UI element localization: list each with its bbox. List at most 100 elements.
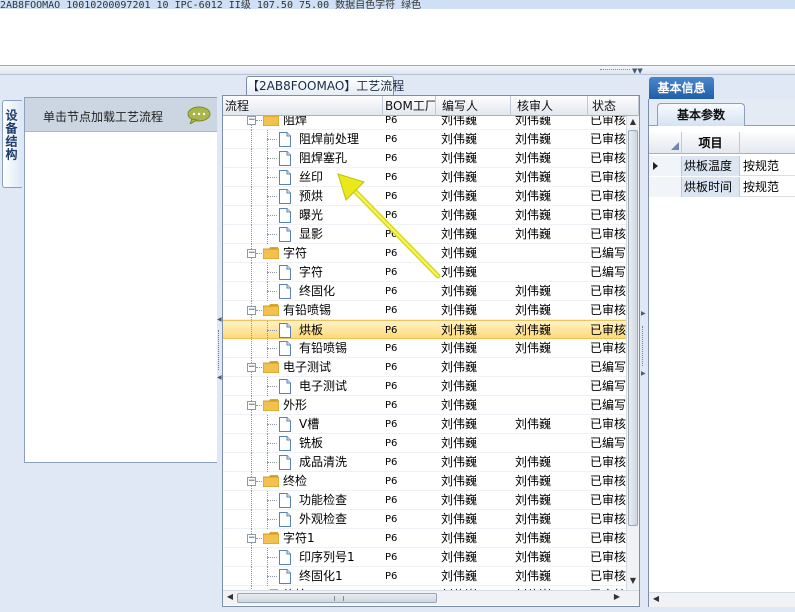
param-grid-corner[interactable] (649, 132, 682, 154)
vertical-scroll-thumb[interactable] (628, 130, 638, 526)
column-header-status[interactable]: 状态 (588, 96, 639, 116)
scroll-up-icon[interactable]: ▲ (627, 117, 639, 126)
collapse-toggle-icon[interactable]: − (247, 401, 256, 410)
status-text: 已审核 (590, 227, 626, 241)
tree-connector (267, 139, 277, 140)
splitter-collapse-icon[interactable]: ▼▼ (632, 67, 643, 75)
center-right-splitter[interactable]: ▶ ▶ (641, 90, 646, 608)
scroll-down-icon[interactable]: ▼ (627, 576, 639, 585)
tree-group-row[interactable]: − 终检 P6 刘伟巍 刘伟巍 已审核 (223, 472, 626, 491)
process-flow-title-tab[interactable]: 【2AB8FOOMAO】工艺流程 (246, 76, 404, 95)
tree-connector (267, 158, 277, 159)
collapse-toggle-icon[interactable]: − (247, 363, 256, 372)
param-value[interactable]: 按规范 (741, 156, 795, 176)
splitter-left-arrow-icon[interactable]: ◀ (217, 374, 222, 381)
tab-basic-info[interactable]: 基本信息 (649, 77, 714, 99)
column-header-flow[interactable]: 流程 (223, 96, 383, 116)
column-header-item[interactable]: 项目 (682, 132, 740, 154)
splitter-grip[interactable] (218, 330, 221, 370)
splitter-right-arrow-icon[interactable]: ▶ (641, 310, 646, 317)
bom-factory: P6 (385, 153, 398, 164)
bom-factory: P6 (385, 419, 398, 430)
param-row[interactable]: 烘板时间 按规范 (649, 177, 795, 197)
bom-factory: P6 (385, 571, 398, 582)
tree-step-row[interactable]: V槽 P6 刘伟巍 刘伟巍 已审核 (223, 415, 626, 434)
folder-icon (263, 361, 279, 373)
tree-step-row[interactable]: 预烘 P6 刘伟巍 刘伟巍 已审核 (223, 187, 626, 206)
tree-connector (267, 519, 277, 520)
tree-step-row[interactable]: 功能检查 P6 刘伟巍 刘伟巍 已审核 (223, 491, 626, 510)
collapse-toggle-icon[interactable]: − (247, 534, 256, 543)
step-name: 终检 (283, 474, 308, 488)
bom-factory: P6 (385, 248, 398, 259)
scroll-left-icon[interactable]: ◀ (650, 594, 662, 603)
tree-step-row[interactable]: 烘板 P6 刘伟巍 刘伟巍 已审核 (223, 320, 626, 340)
current-row-pointer-icon (653, 162, 658, 170)
tree-connector (256, 367, 262, 368)
bom-factory: P6 (385, 229, 398, 240)
writer-name: 刘伟巍 (441, 265, 478, 279)
tree-group-row[interactable]: − 电子测试 P6 刘伟巍 已编写 (223, 358, 626, 377)
top-grid-selected-row[interactable]: 2AB8FOOMAO 10010200097201 10 IPC-6012 II… (0, 0, 795, 9)
tree-step-row[interactable]: 印序列号1 P6 刘伟巍 刘伟巍 已审核 (223, 548, 626, 567)
reviewer-name (515, 377, 585, 396)
reviewer-name: 刘伟巍 (515, 512, 552, 526)
tab-equipment-structure[interactable]: 设备结构 (2, 100, 22, 188)
tree-step-row[interactable]: 曝光 P6 刘伟巍 刘伟巍 已审核 (223, 206, 626, 225)
tree-step-row[interactable]: 铣板 P6 刘伟巍 已编写 (223, 434, 626, 453)
tree-connector (251, 225, 252, 244)
tree-step-row[interactable]: 成品清洗 P6 刘伟巍 刘伟巍 已审核 (223, 453, 626, 472)
collapse-toggle-icon[interactable]: − (247, 477, 256, 486)
tree-connector (251, 434, 252, 453)
bom-factory: P6 (385, 362, 398, 373)
tree-step-row[interactable]: 电子测试 P6 刘伟巍 已编写 (223, 377, 626, 396)
splitter-grip[interactable] (642, 326, 645, 366)
right-horizontal-scrollbar[interactable]: ◀ (649, 592, 795, 607)
splitter-right-arrow-icon[interactable]: ▶ (641, 370, 646, 377)
scroll-right-icon[interactable]: ▶ (611, 592, 623, 601)
horizontal-scroll-thumb[interactable] (237, 593, 437, 603)
column-header-reviewer[interactable]: 核审人 (511, 96, 588, 116)
splitter-left-arrow-icon[interactable]: ◀ (217, 316, 222, 323)
top-grid: 2AB8FOOMAO 10010200097201 10 IPC-6012 II… (0, 0, 795, 66)
collapse-toggle-icon[interactable]: − (247, 306, 256, 315)
vertical-scrollbar[interactable]: ▲ ▼ (626, 116, 639, 590)
row-selector[interactable] (649, 177, 682, 197)
tree-group-row[interactable]: − 有铅喷锡 P6 刘伟巍 刘伟巍 已审核 (223, 301, 626, 320)
collapse-toggle-icon[interactable]: − (247, 116, 256, 125)
tree-step-row[interactable]: 有铅喷锡 P6 刘伟巍 刘伟巍 已审核 (223, 339, 626, 358)
tree-connector (256, 538, 262, 539)
row-selector[interactable] (649, 156, 682, 176)
bom-factory: P6 (385, 343, 398, 354)
tree-group-row[interactable]: − 阻焊 P6 刘伟巍 刘伟巍 已审核 (223, 116, 626, 130)
horizontal-splitter[interactable]: ▼▼ (0, 66, 795, 75)
reviewer-name (515, 434, 585, 453)
tree-group-row[interactable]: − 字符 P6 刘伟巍 已编写 (223, 244, 626, 263)
column-header-writer[interactable]: 编写人 (436, 96, 511, 116)
tree-connector (267, 500, 277, 501)
tree-step-row[interactable]: 阻焊前处理 P6 刘伟巍 刘伟巍 已审核 (223, 130, 626, 149)
tree-step-row[interactable]: 阻焊塞孔 P6 刘伟巍 刘伟巍 已审核 (223, 149, 626, 168)
status-text: 已审核 (590, 132, 626, 146)
tree-step-row[interactable]: 外观检查 P6 刘伟巍 刘伟巍 已审核 (223, 510, 626, 529)
tree-step-row[interactable]: 显影 P6 刘伟巍 刘伟巍 已审核 (223, 225, 626, 244)
document-icon (279, 132, 291, 147)
tree-step-row[interactable]: 丝印 P6 刘伟巍 刘伟巍 已审核 (223, 168, 626, 187)
tree-step-row[interactable]: 终固化 P6 刘伟巍 刘伟巍 已审核 (223, 282, 626, 301)
tab-basic-params[interactable]: 基本参数 (657, 103, 745, 126)
writer-name: 刘伟巍 (441, 417, 478, 431)
status-text: 已审核 (590, 512, 626, 526)
status-text: 已审核 (590, 474, 626, 488)
scroll-left-icon[interactable]: ◀ (224, 592, 236, 601)
tree-step-row[interactable]: 字符 P6 刘伟巍 已编写 (223, 263, 626, 282)
param-value[interactable]: 按规范 (741, 177, 795, 197)
tree-group-row[interactable]: − 外形 P6 刘伟巍 已编写 (223, 396, 626, 415)
horizontal-scrollbar[interactable]: ◀ ▶ (223, 590, 639, 605)
tree-group-row[interactable]: − 字符1 P6 刘伟巍 刘伟巍 已审核 (223, 529, 626, 548)
tree-connector (256, 481, 262, 482)
collapse-toggle-icon[interactable]: − (247, 249, 256, 258)
splitter-grip[interactable] (600, 69, 630, 72)
tree-step-row[interactable]: 终固化1 P6 刘伟巍 刘伟巍 已审核 (223, 567, 626, 586)
column-header-bom[interactable]: BOM工厂 (383, 96, 436, 116)
param-row[interactable]: 烘板温度 按规范 (649, 156, 795, 176)
